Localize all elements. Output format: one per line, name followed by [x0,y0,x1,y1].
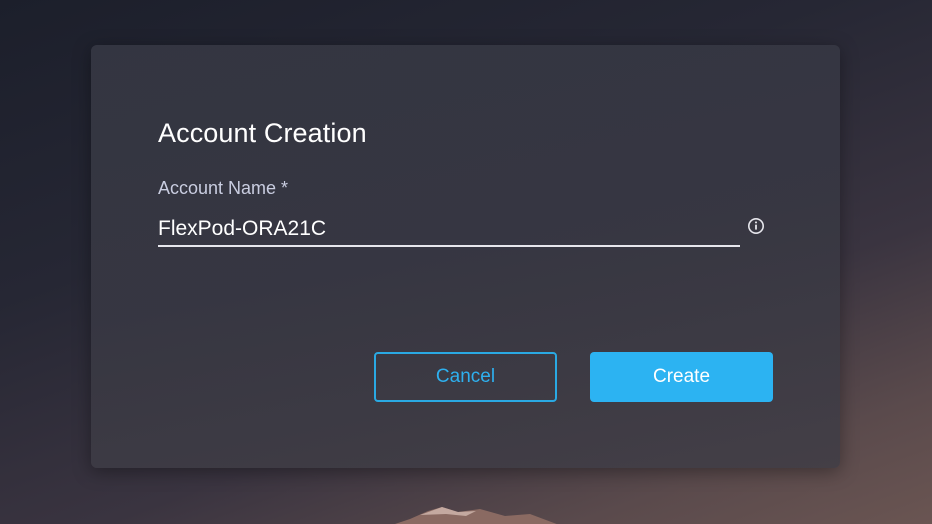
cancel-button[interactable]: Cancel [374,352,557,402]
account-creation-dialog: Account Creation Account Name * Cancel C… [91,45,840,468]
create-button[interactable]: Create [590,352,773,402]
account-name-label: Account Name * [158,178,289,198]
account-name-input[interactable] [158,213,740,247]
info-circle-icon[interactable] [747,217,765,235]
background-mountain-image [395,507,557,524]
dialog-title: Account Creation [158,118,367,148]
